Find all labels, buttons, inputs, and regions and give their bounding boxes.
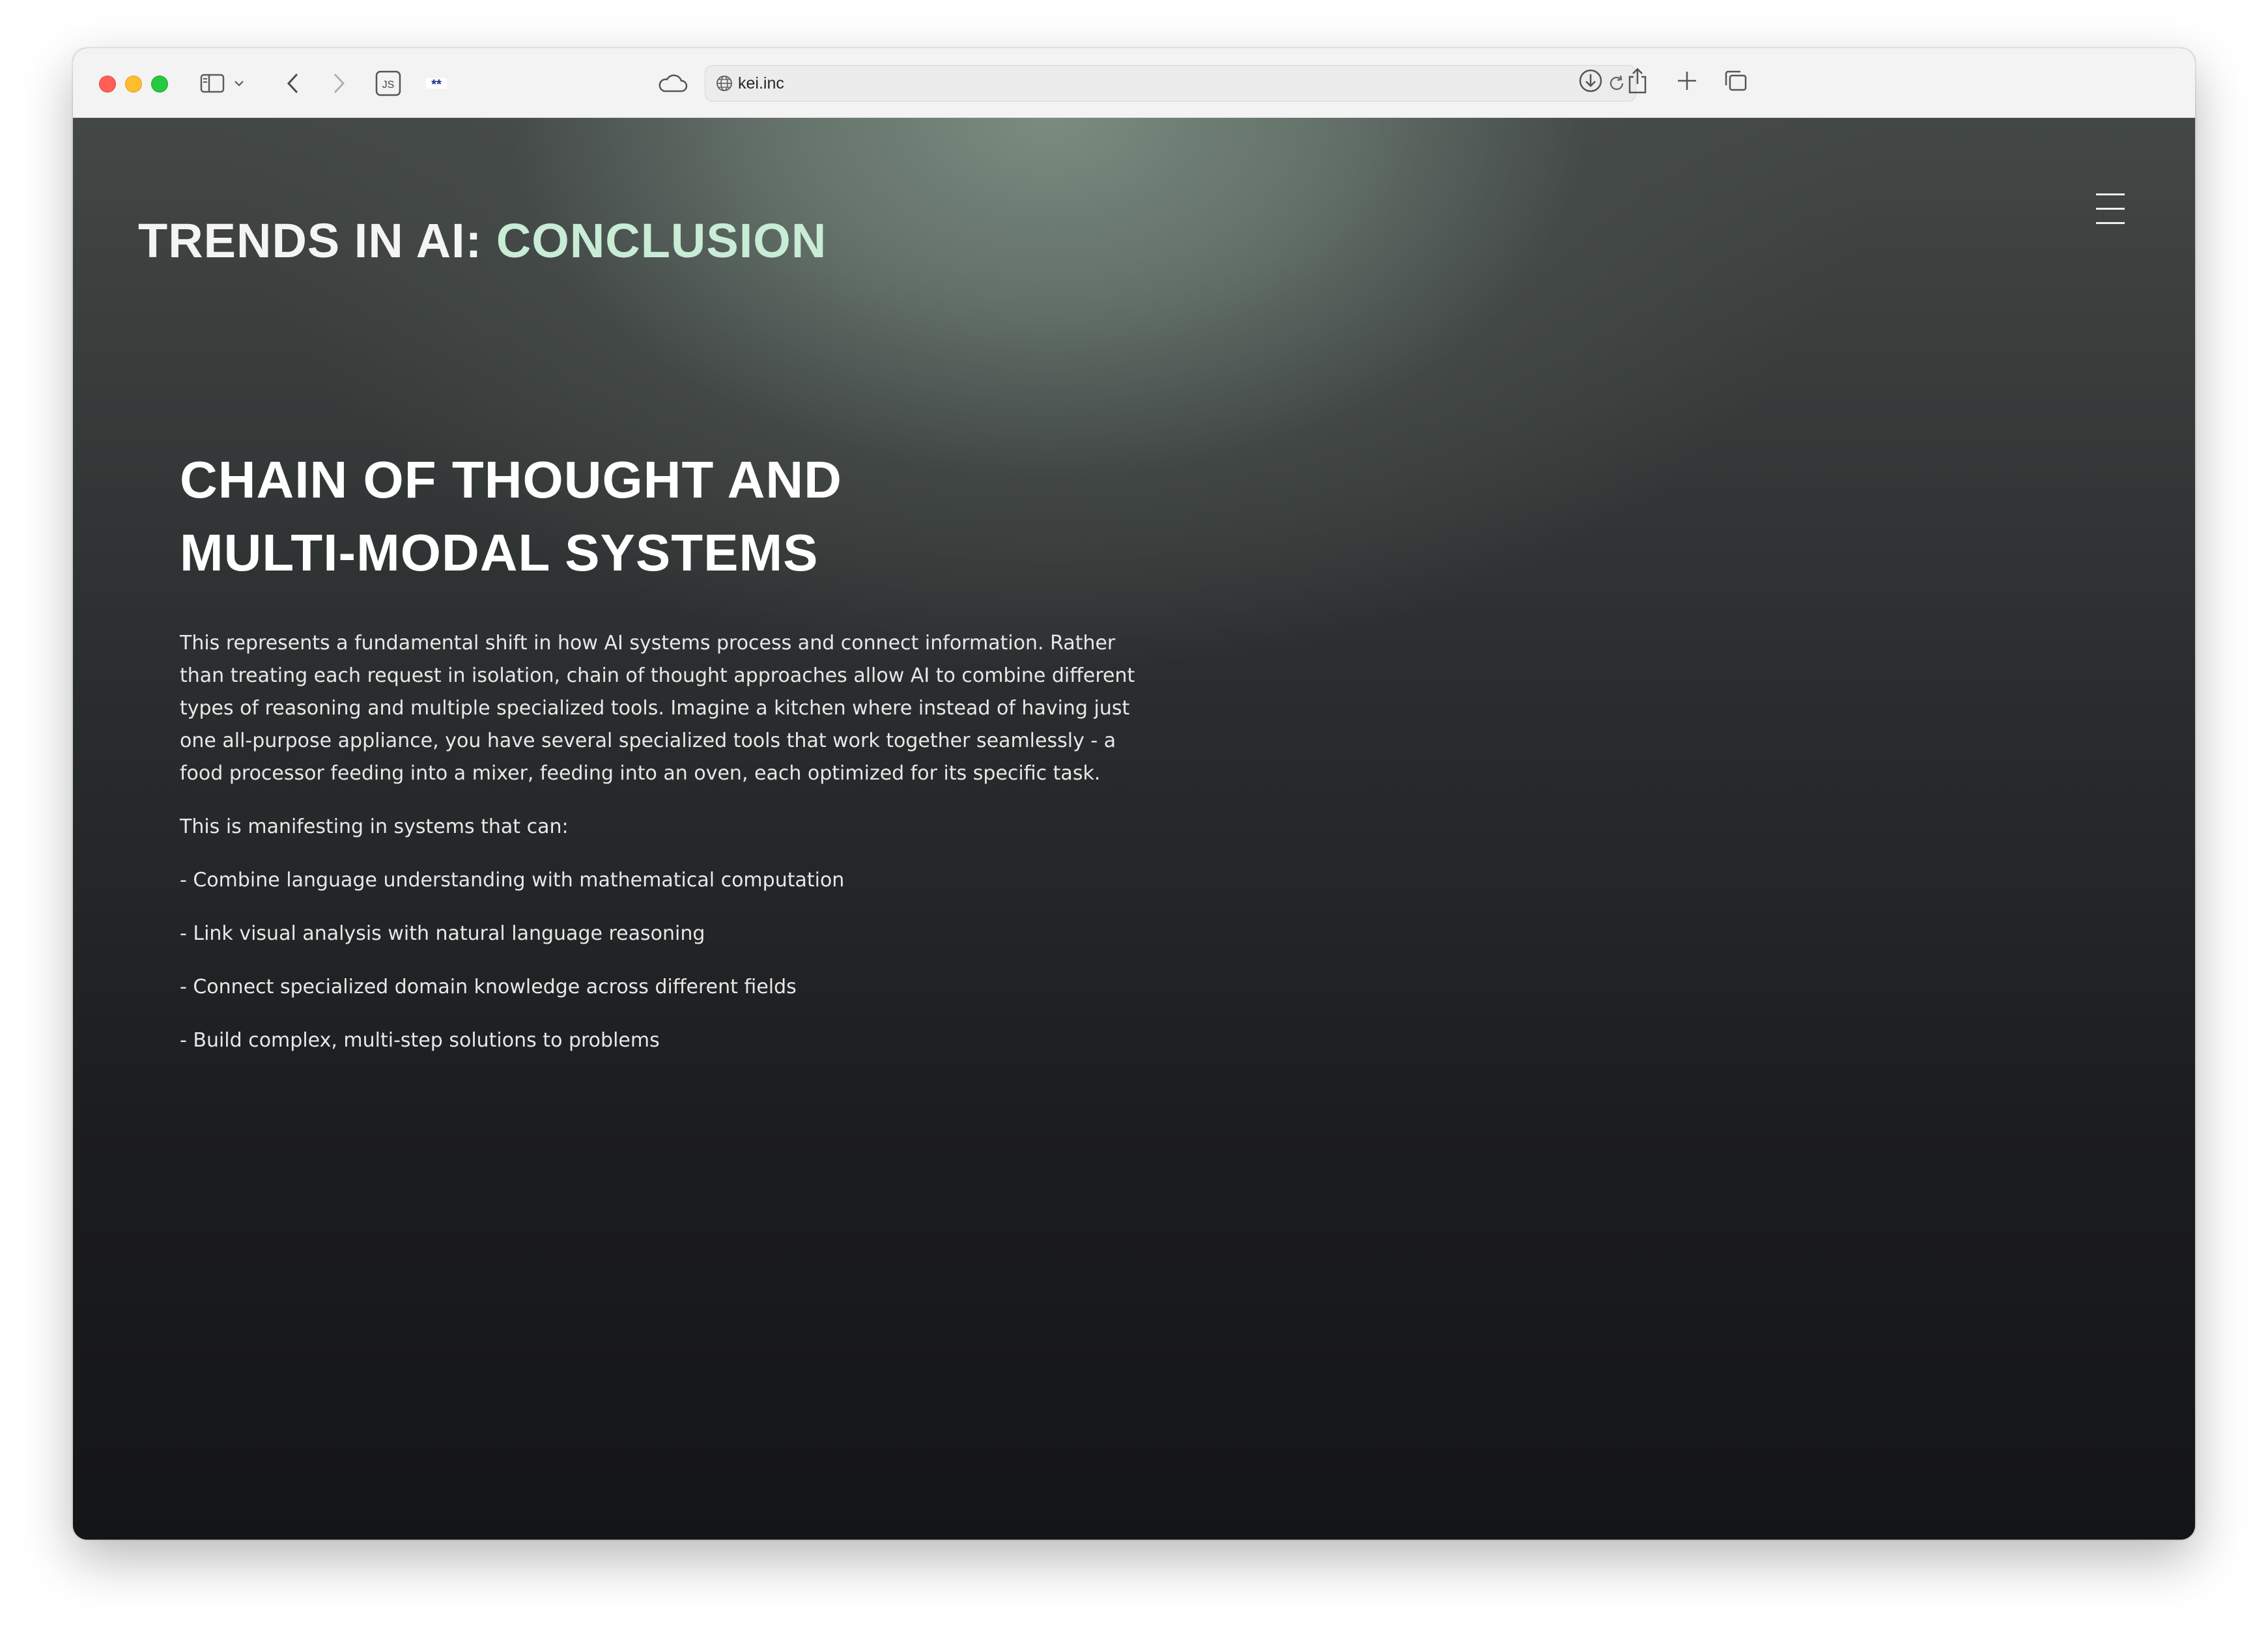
list-item: - Connect specialized domain knowledge a…	[180, 976, 797, 998]
article-content: CHAIN OF THOUGHT AND MULTI-MODAL SYSTEMS…	[180, 444, 1144, 1078]
back-arrow-icon[interactable]	[280, 69, 306, 98]
cloud-icon[interactable]	[654, 69, 690, 98]
flag-extension-label: **	[431, 78, 442, 91]
share-icon[interactable]	[1626, 66, 1657, 98]
list-item: - Build complex, multi-step solutions to…	[180, 1029, 660, 1052]
browser-window: JS ** kei.inc TRENDS IN AI: CONCLUSION C…	[73, 48, 2195, 1540]
list-item: - Combine language understanding with ma…	[180, 869, 845, 892]
hamburger-menu-icon[interactable]	[2096, 193, 2125, 227]
list-intro: This is manifesting in systems that can:	[180, 815, 569, 838]
reload-icon[interactable]	[1607, 74, 1626, 96]
browser-toolbar: JS ** kei.inc	[73, 48, 2195, 119]
download-icon[interactable]	[1578, 68, 1609, 97]
site-title: TRENDS IN AI: CONCLUSION	[138, 213, 827, 268]
js-extension-label: JS	[382, 79, 395, 91]
section-heading: CHAIN OF THOUGHT AND MULTI-MODAL SYSTEMS	[180, 451, 842, 582]
address-bar[interactable]: kei.inc	[705, 65, 1636, 102]
flag-extension-icon[interactable]: **	[422, 69, 451, 98]
site-title-accent: CONCLUSION	[496, 214, 827, 268]
sidebar-toggle-icon[interactable]	[198, 69, 227, 98]
minimize-window-button[interactable]	[125, 76, 142, 92]
intro-paragraph: This represents a fundamental shift in h…	[180, 632, 1135, 785]
close-window-button[interactable]	[99, 76, 116, 92]
zoom-window-button[interactable]	[151, 76, 168, 92]
globe-icon	[716, 75, 733, 95]
url-text[interactable]: kei.inc	[738, 66, 784, 101]
tab-overview-icon[interactable]	[1722, 68, 1753, 97]
list-item: - Link visual analysis with natural lang…	[180, 922, 705, 945]
site-title-main: TRENDS IN AI:	[138, 214, 496, 268]
web-page: TRENDS IN AI: CONCLUSION CHAIN OF THOUGH…	[73, 118, 2195, 1540]
forward-arrow-icon[interactable]	[326, 69, 352, 98]
plus-icon[interactable]	[1674, 68, 1705, 97]
js-extension-icon[interactable]: JS	[374, 69, 403, 98]
chevron-down-icon[interactable]	[232, 69, 246, 98]
